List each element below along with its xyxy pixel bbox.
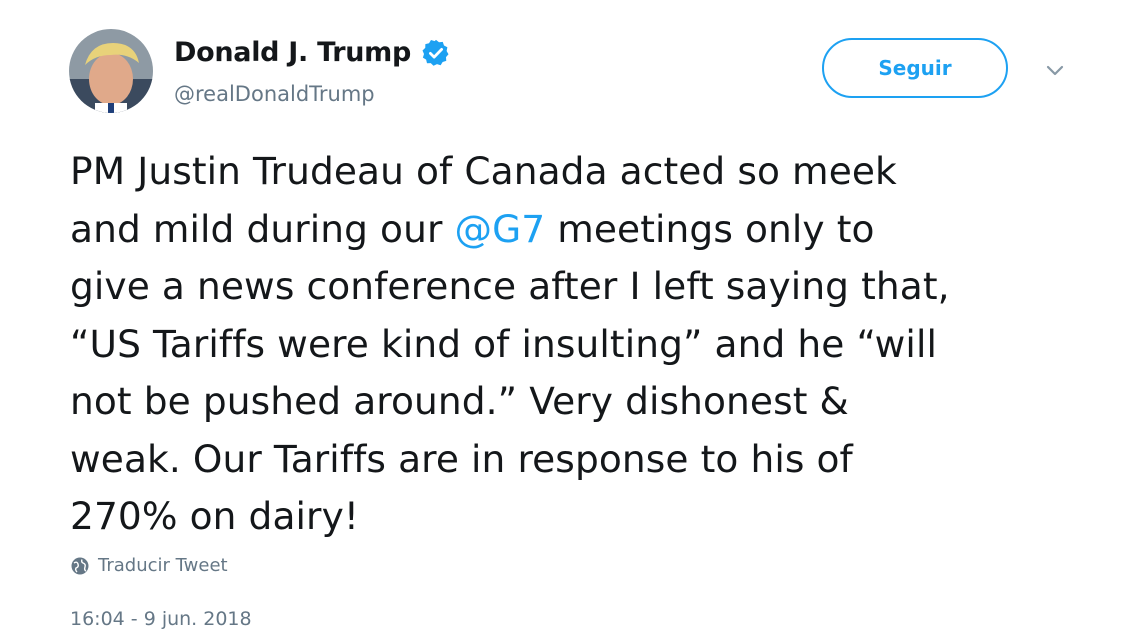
globe-icon	[71, 557, 89, 574]
tweet-line: and mild during our @G7 meetings only to	[70, 206, 875, 251]
tweet-line: 270% on dairy!	[70, 494, 360, 538]
avatar[interactable]	[69, 29, 153, 113]
name-row: Donald J. Trump	[174, 37, 451, 68]
tweet-menu-button[interactable]	[1043, 60, 1067, 80]
avatar-image	[69, 29, 153, 113]
translate-tweet-link[interactable]: Traducir Tweet	[70, 555, 228, 576]
display-name[interactable]: Donald J. Trump	[174, 37, 411, 68]
user-handle[interactable]: @realDonaldTrump	[174, 82, 375, 106]
mention-link[interactable]: @G7	[455, 207, 546, 251]
tweet-line: not be pushed around.” Very dishonest &	[70, 379, 849, 423]
tweet-card: Donald J. Trump @realDonaldTrump Seguir …	[0, 0, 1140, 641]
tweet-line: give a news conference after I left sayi…	[70, 264, 950, 308]
tweet-timestamp[interactable]: 16:04 - 9 jun. 2018	[70, 608, 252, 630]
tweet-text: PM Justin Trudeau of Canada acted so mee…	[70, 143, 1080, 546]
translate-label: Traducir Tweet	[98, 555, 228, 576]
tweet-line: “US Tariffs were kind of insulting” and …	[70, 321, 937, 366]
tweet-line: weak. Our Tariffs are in response to his…	[70, 436, 853, 481]
follow-button[interactable]: Seguir	[822, 38, 1008, 98]
tweet-line: PM Justin Trudeau of Canada acted so mee…	[70, 149, 897, 193]
chevron-down-icon	[1046, 65, 1064, 76]
verified-badge-icon	[422, 39, 449, 66]
